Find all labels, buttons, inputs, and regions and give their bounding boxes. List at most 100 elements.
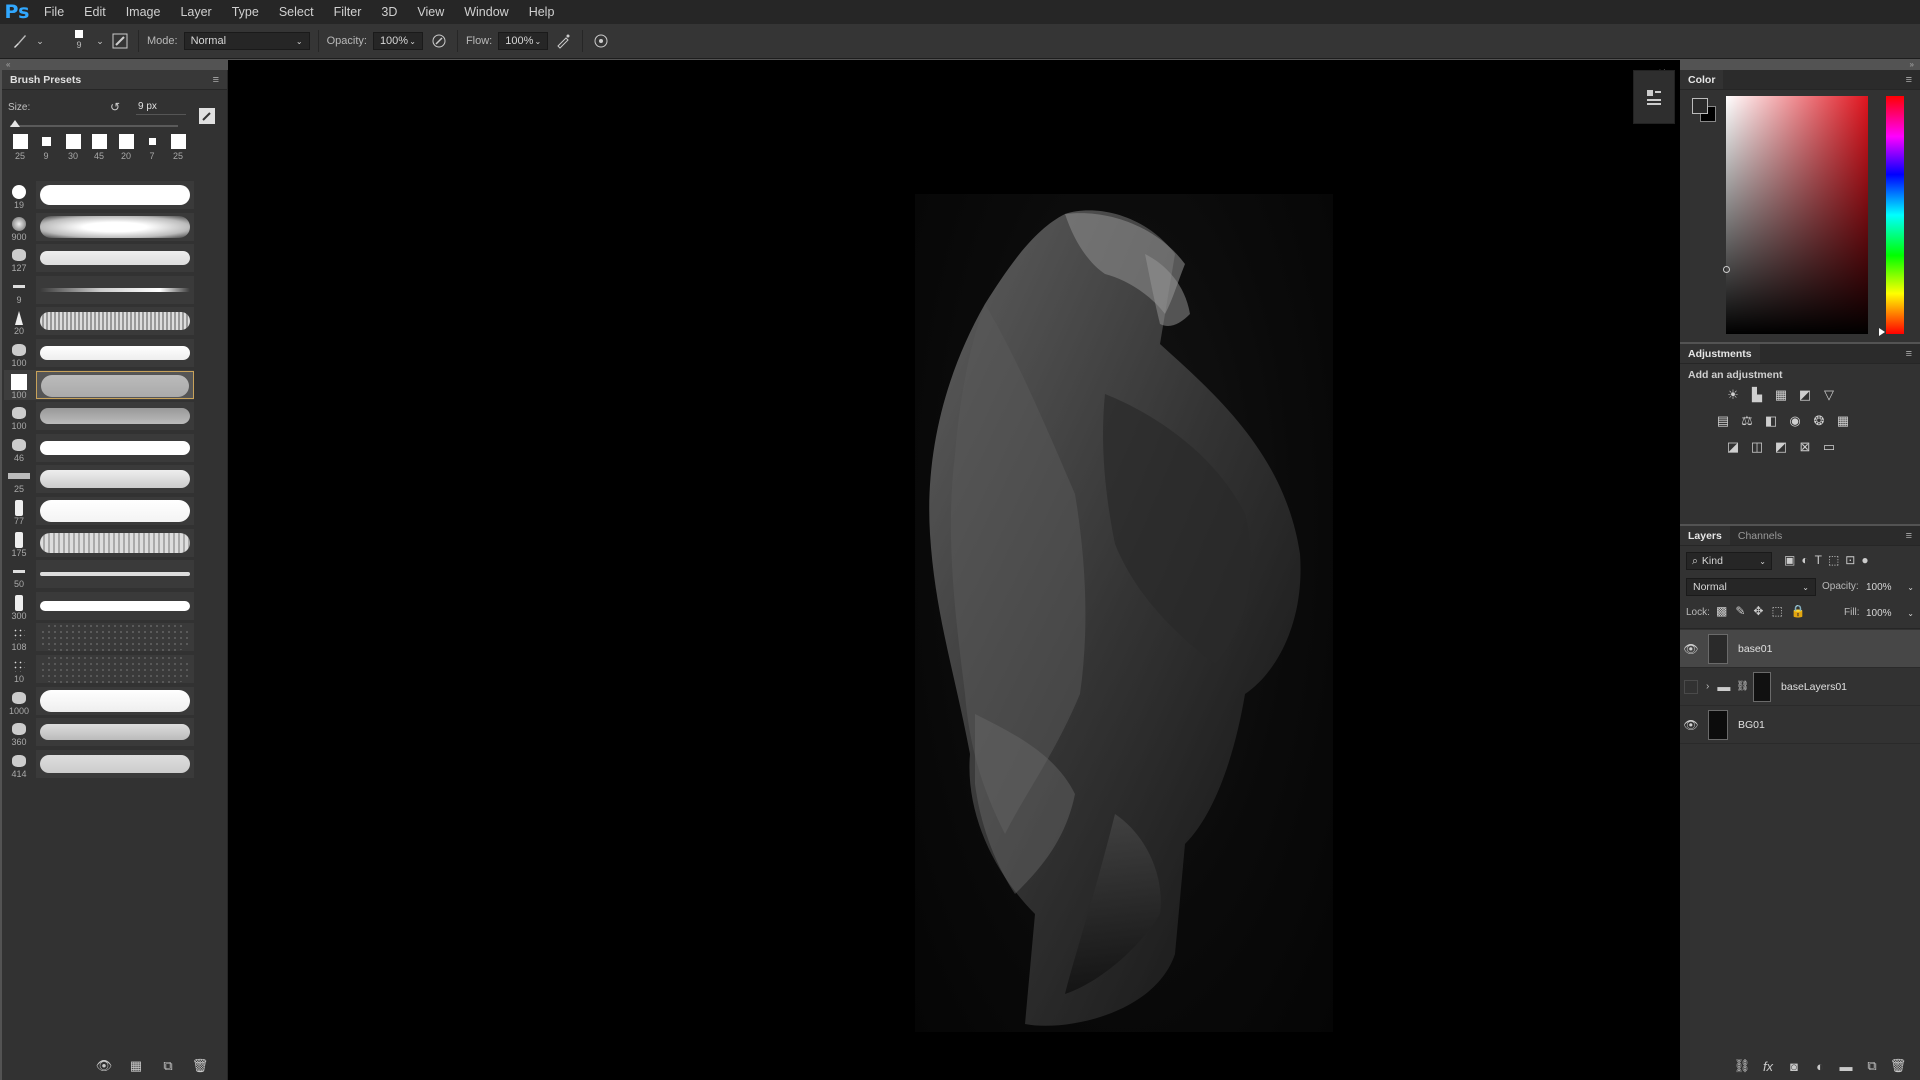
brush-preset[interactable]: 414: [4, 749, 194, 779]
brush-preset[interactable]: 175: [4, 528, 194, 558]
artwork[interactable]: [915, 194, 1333, 1032]
menu-3d[interactable]: 3D: [371, 0, 407, 24]
brush-preset[interactable]: 77: [4, 496, 194, 526]
visibility-eye-icon[interactable]: 👁: [1680, 718, 1702, 732]
brush-tool-icon[interactable]: [10, 31, 30, 51]
brush-preset[interactable]: 100: [4, 369, 194, 400]
visibility-eye-icon[interactable]: 👁: [1680, 642, 1702, 656]
filter-toggle-icon[interactable]: ●: [1861, 553, 1868, 567]
brush-preset[interactable]: 100: [4, 401, 194, 431]
mask-link-icon[interactable]: ⛓: [1736, 681, 1749, 692]
lock-image-icon[interactable]: ✎: [1735, 604, 1745, 618]
black-white-icon[interactable]: ◧: [1762, 412, 1780, 430]
create-new-brush-icon[interactable]: ⧉: [156, 1058, 180, 1074]
group-expand-chevron-icon[interactable]: ›: [1706, 681, 1709, 692]
tool-preset-chevron-icon[interactable]: ⌄: [30, 31, 50, 51]
menu-help[interactable]: Help: [519, 0, 565, 24]
tab-layers[interactable]: Layers: [1680, 526, 1730, 545]
add-mask-icon[interactable]: ◙: [1782, 1059, 1806, 1074]
trash-icon[interactable]: 🗑: [1886, 1058, 1910, 1074]
layer-base01[interactable]: 👁 base01: [1680, 630, 1920, 668]
size-slider-track[interactable]: [10, 125, 178, 127]
recent-brush[interactable]: 25: [164, 134, 192, 164]
selective-color-icon[interactable]: ⊠: [1796, 438, 1814, 456]
flow-field[interactable]: 100% ⌄: [498, 32, 549, 50]
airbrush-icon[interactable]: [554, 31, 574, 51]
new-adjustment-layer-icon[interactable]: ◐: [1808, 1059, 1832, 1074]
filter-type-icon[interactable]: T: [1815, 553, 1822, 567]
menu-type[interactable]: Type: [222, 0, 269, 24]
toggle-brush-panel-icon[interactable]: [110, 31, 130, 51]
new-preset-icon[interactable]: [199, 108, 215, 124]
brush-preset[interactable]: 1000: [4, 686, 194, 716]
reset-size-icon[interactable]: ↺: [110, 100, 120, 114]
size-slider-thumb[interactable]: [10, 120, 20, 127]
layer-filter-select[interactable]: ⌕ Kind ⌄: [1686, 552, 1772, 570]
visibility-off-box[interactable]: [1684, 679, 1698, 694]
document-canvas[interactable]: » ✕: [228, 60, 1680, 1080]
recent-brush[interactable]: 25: [6, 134, 34, 164]
brush-preset[interactable]: 100: [4, 338, 194, 368]
filter-adjustment-icon[interactable]: ◐: [1801, 553, 1808, 567]
layer-style-fx-icon[interactable]: fx: [1756, 1059, 1780, 1074]
fill-field[interactable]: 100% ⌄: [1866, 604, 1914, 622]
color-lookup-icon[interactable]: ▦: [1834, 412, 1852, 430]
panel-menu-icon[interactable]: ≡: [213, 74, 219, 86]
pressure-opacity-icon[interactable]: [429, 31, 449, 51]
threshold-icon[interactable]: ◩: [1772, 438, 1790, 456]
new-layer-icon[interactable]: ⧉: [1860, 1058, 1884, 1074]
tab-adjustments[interactable]: Adjustments: [1680, 344, 1760, 363]
brush-preset[interactable]: 300: [4, 591, 194, 621]
brush-preset[interactable]: 108: [4, 622, 194, 652]
brush-preset[interactable]: 10: [4, 654, 194, 684]
panel-menu-icon[interactable]: ≡: [1906, 530, 1912, 542]
menu-window[interactable]: Window: [454, 0, 518, 24]
color-balance-icon[interactable]: ⚖: [1738, 412, 1756, 430]
brush-preset[interactable]: 25: [4, 464, 194, 494]
recent-brush[interactable]: 20: [112, 134, 140, 164]
filter-pixel-icon[interactable]: ▣: [1784, 553, 1795, 567]
brush-preset[interactable]: 19: [4, 180, 194, 210]
hue-saturation-icon[interactable]: ▤: [1714, 412, 1732, 430]
color-field[interactable]: [1726, 96, 1868, 334]
mode-select[interactable]: Normal ⌄: [183, 32, 310, 50]
photo-filter-icon[interactable]: ◉: [1786, 412, 1804, 430]
color-field-picker[interactable]: [1723, 266, 1730, 273]
menu-image[interactable]: Image: [116, 0, 171, 24]
recent-brush[interactable]: 7: [138, 134, 166, 164]
channel-mixer-icon[interactable]: ❂: [1810, 412, 1828, 430]
opacity-field[interactable]: 100% ⌄: [372, 32, 423, 50]
toggle-bristle-preview-icon[interactable]: 👁: [92, 1058, 116, 1074]
brush-preset[interactable]: 360: [4, 717, 194, 747]
brush-preset[interactable]: 127: [4, 243, 194, 273]
menu-layer[interactable]: Layer: [170, 0, 221, 24]
filter-smart-object-icon[interactable]: ⊡: [1845, 553, 1855, 567]
properties-icon[interactable]: [1634, 77, 1674, 117]
hue-slider-thumb[interactable]: [1879, 328, 1885, 336]
brightness-contrast-icon[interactable]: ☀: [1724, 386, 1742, 404]
vibrance-icon[interactable]: ▽: [1820, 386, 1838, 404]
recent-brush[interactable]: 45: [85, 134, 113, 164]
size-value-field[interactable]: 9 px: [136, 101, 186, 115]
filter-shape-icon[interactable]: ⬚: [1828, 553, 1839, 567]
curves-icon[interactable]: ▦: [1772, 386, 1790, 404]
lock-artboard-icon[interactable]: ⬚: [1771, 604, 1782, 618]
lock-all-icon[interactable]: 🔒: [1791, 604, 1806, 618]
menu-view[interactable]: View: [407, 0, 454, 24]
collapse-arrows-icon[interactable]: «: [6, 60, 10, 69]
recent-brush[interactable]: 9: [32, 134, 60, 164]
brush-preset[interactable]: 900: [4, 212, 194, 242]
brush-preset[interactable]: 50: [4, 559, 194, 589]
levels-icon[interactable]: ▙: [1748, 386, 1766, 404]
invert-icon[interactable]: ◪: [1724, 438, 1742, 456]
layer-baseLayers01[interactable]: › ▬ ⛓ baseLayers01: [1680, 668, 1920, 706]
posterize-icon[interactable]: ◫: [1748, 438, 1766, 456]
blend-mode-select[interactable]: Normal ⌄: [1686, 578, 1816, 596]
brush-preset[interactable]: 46: [4, 433, 194, 463]
open-brush-panel-icon[interactable]: ▦: [124, 1058, 148, 1074]
tab-channels[interactable]: Channels: [1730, 526, 1790, 545]
tab-color[interactable]: Color: [1680, 70, 1724, 89]
layer-opacity-field[interactable]: 100% ⌄: [1866, 578, 1914, 596]
menu-file[interactable]: File: [34, 0, 74, 24]
link-layers-icon[interactable]: ⛓: [1730, 1058, 1754, 1074]
